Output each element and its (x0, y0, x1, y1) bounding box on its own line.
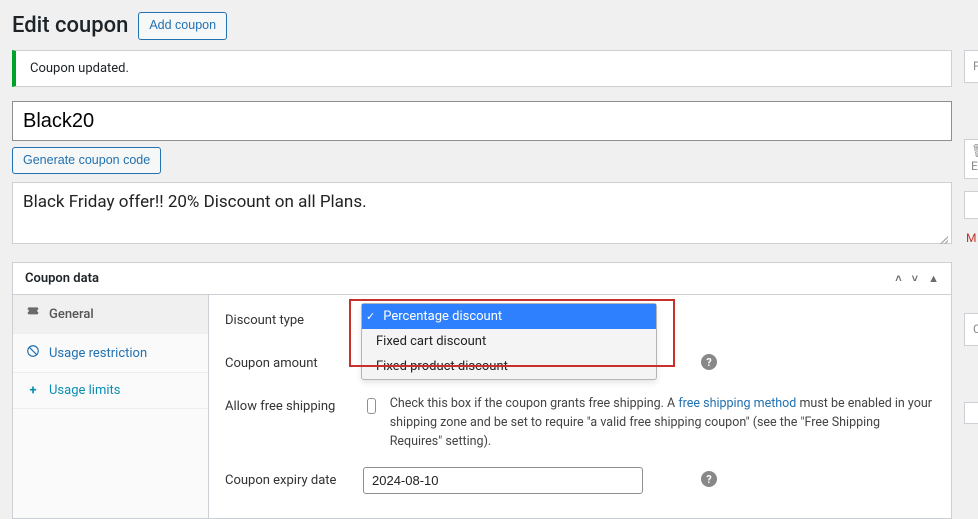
option-fixed-product-discount[interactable]: Fixed product discount (362, 354, 656, 379)
free-shipping-label: Allow free shipping (225, 393, 345, 414)
side-m-label: M (966, 231, 978, 245)
coupon-amount-label: Coupon amount (225, 350, 345, 371)
panel-toggle-icon[interactable]: ▲ (928, 272, 939, 285)
coupon-expiry-input[interactable] (363, 467, 643, 494)
side-c-label: C (973, 322, 978, 336)
chevron-up-icon[interactable]: ˄ (895, 272, 901, 285)
notice-text: Coupon updated. (30, 61, 129, 76)
free-shipping-text: Check this box if the coupon grants free… (390, 395, 935, 451)
ticket-icon (25, 305, 41, 323)
discount-type-label: Discount type (225, 307, 345, 328)
metabox-title: Coupon data (25, 271, 99, 286)
help-icon[interactable]: ? (701, 471, 717, 487)
no-entry-icon (25, 344, 41, 362)
help-icon[interactable]: ? (701, 354, 717, 370)
chevron-down-icon[interactable]: ˅ (912, 272, 918, 285)
tab-label: General (49, 307, 94, 322)
page-title: Edit coupon (12, 13, 128, 38)
tab-usage-restriction[interactable]: Usage restriction (13, 334, 208, 373)
add-coupon-button[interactable]: Add coupon (138, 12, 227, 40)
plus-icon: + (25, 383, 41, 398)
coupon-description-textarea[interactable]: Black Friday offer!! 20% Discount on all… (12, 182, 952, 244)
trash-icon: 🗑 (971, 144, 978, 159)
free-shipping-checkbox[interactable] (367, 398, 376, 414)
coupon-data-metabox: Coupon data ˄ ˅ ▲ General (12, 262, 952, 519)
tab-label: Usage restriction (49, 346, 147, 361)
side-e-label: E (971, 159, 978, 173)
coupon-code-input[interactable] (12, 101, 952, 141)
metabox-tabs: General Usage restriction + Usage limits (13, 295, 209, 518)
panel-general: Discount type Percentage discount Percen… (209, 295, 951, 518)
sidebar-cutoff: P 🗑 E M C (964, 50, 978, 436)
notice-coupon-updated: Coupon updated. (12, 50, 952, 87)
option-percentage-discount[interactable]: Percentage discount (362, 304, 656, 329)
option-fixed-cart-discount[interactable]: Fixed cart discount (362, 329, 656, 354)
generate-coupon-code-button[interactable]: Generate coupon code (12, 147, 161, 175)
expiry-label: Coupon expiry date (225, 467, 345, 488)
tab-usage-limits[interactable]: + Usage limits (13, 373, 208, 409)
discount-type-dropdown[interactable]: Percentage discount Fixed cart discount … (361, 303, 657, 380)
side-p-label: P (973, 59, 978, 73)
tab-general[interactable]: General (13, 295, 208, 334)
tab-label: Usage limits (49, 383, 120, 398)
free-shipping-text-pre: Check this box if the coupon grants free… (390, 396, 679, 411)
free-shipping-method-link[interactable]: free shipping method (678, 396, 796, 411)
